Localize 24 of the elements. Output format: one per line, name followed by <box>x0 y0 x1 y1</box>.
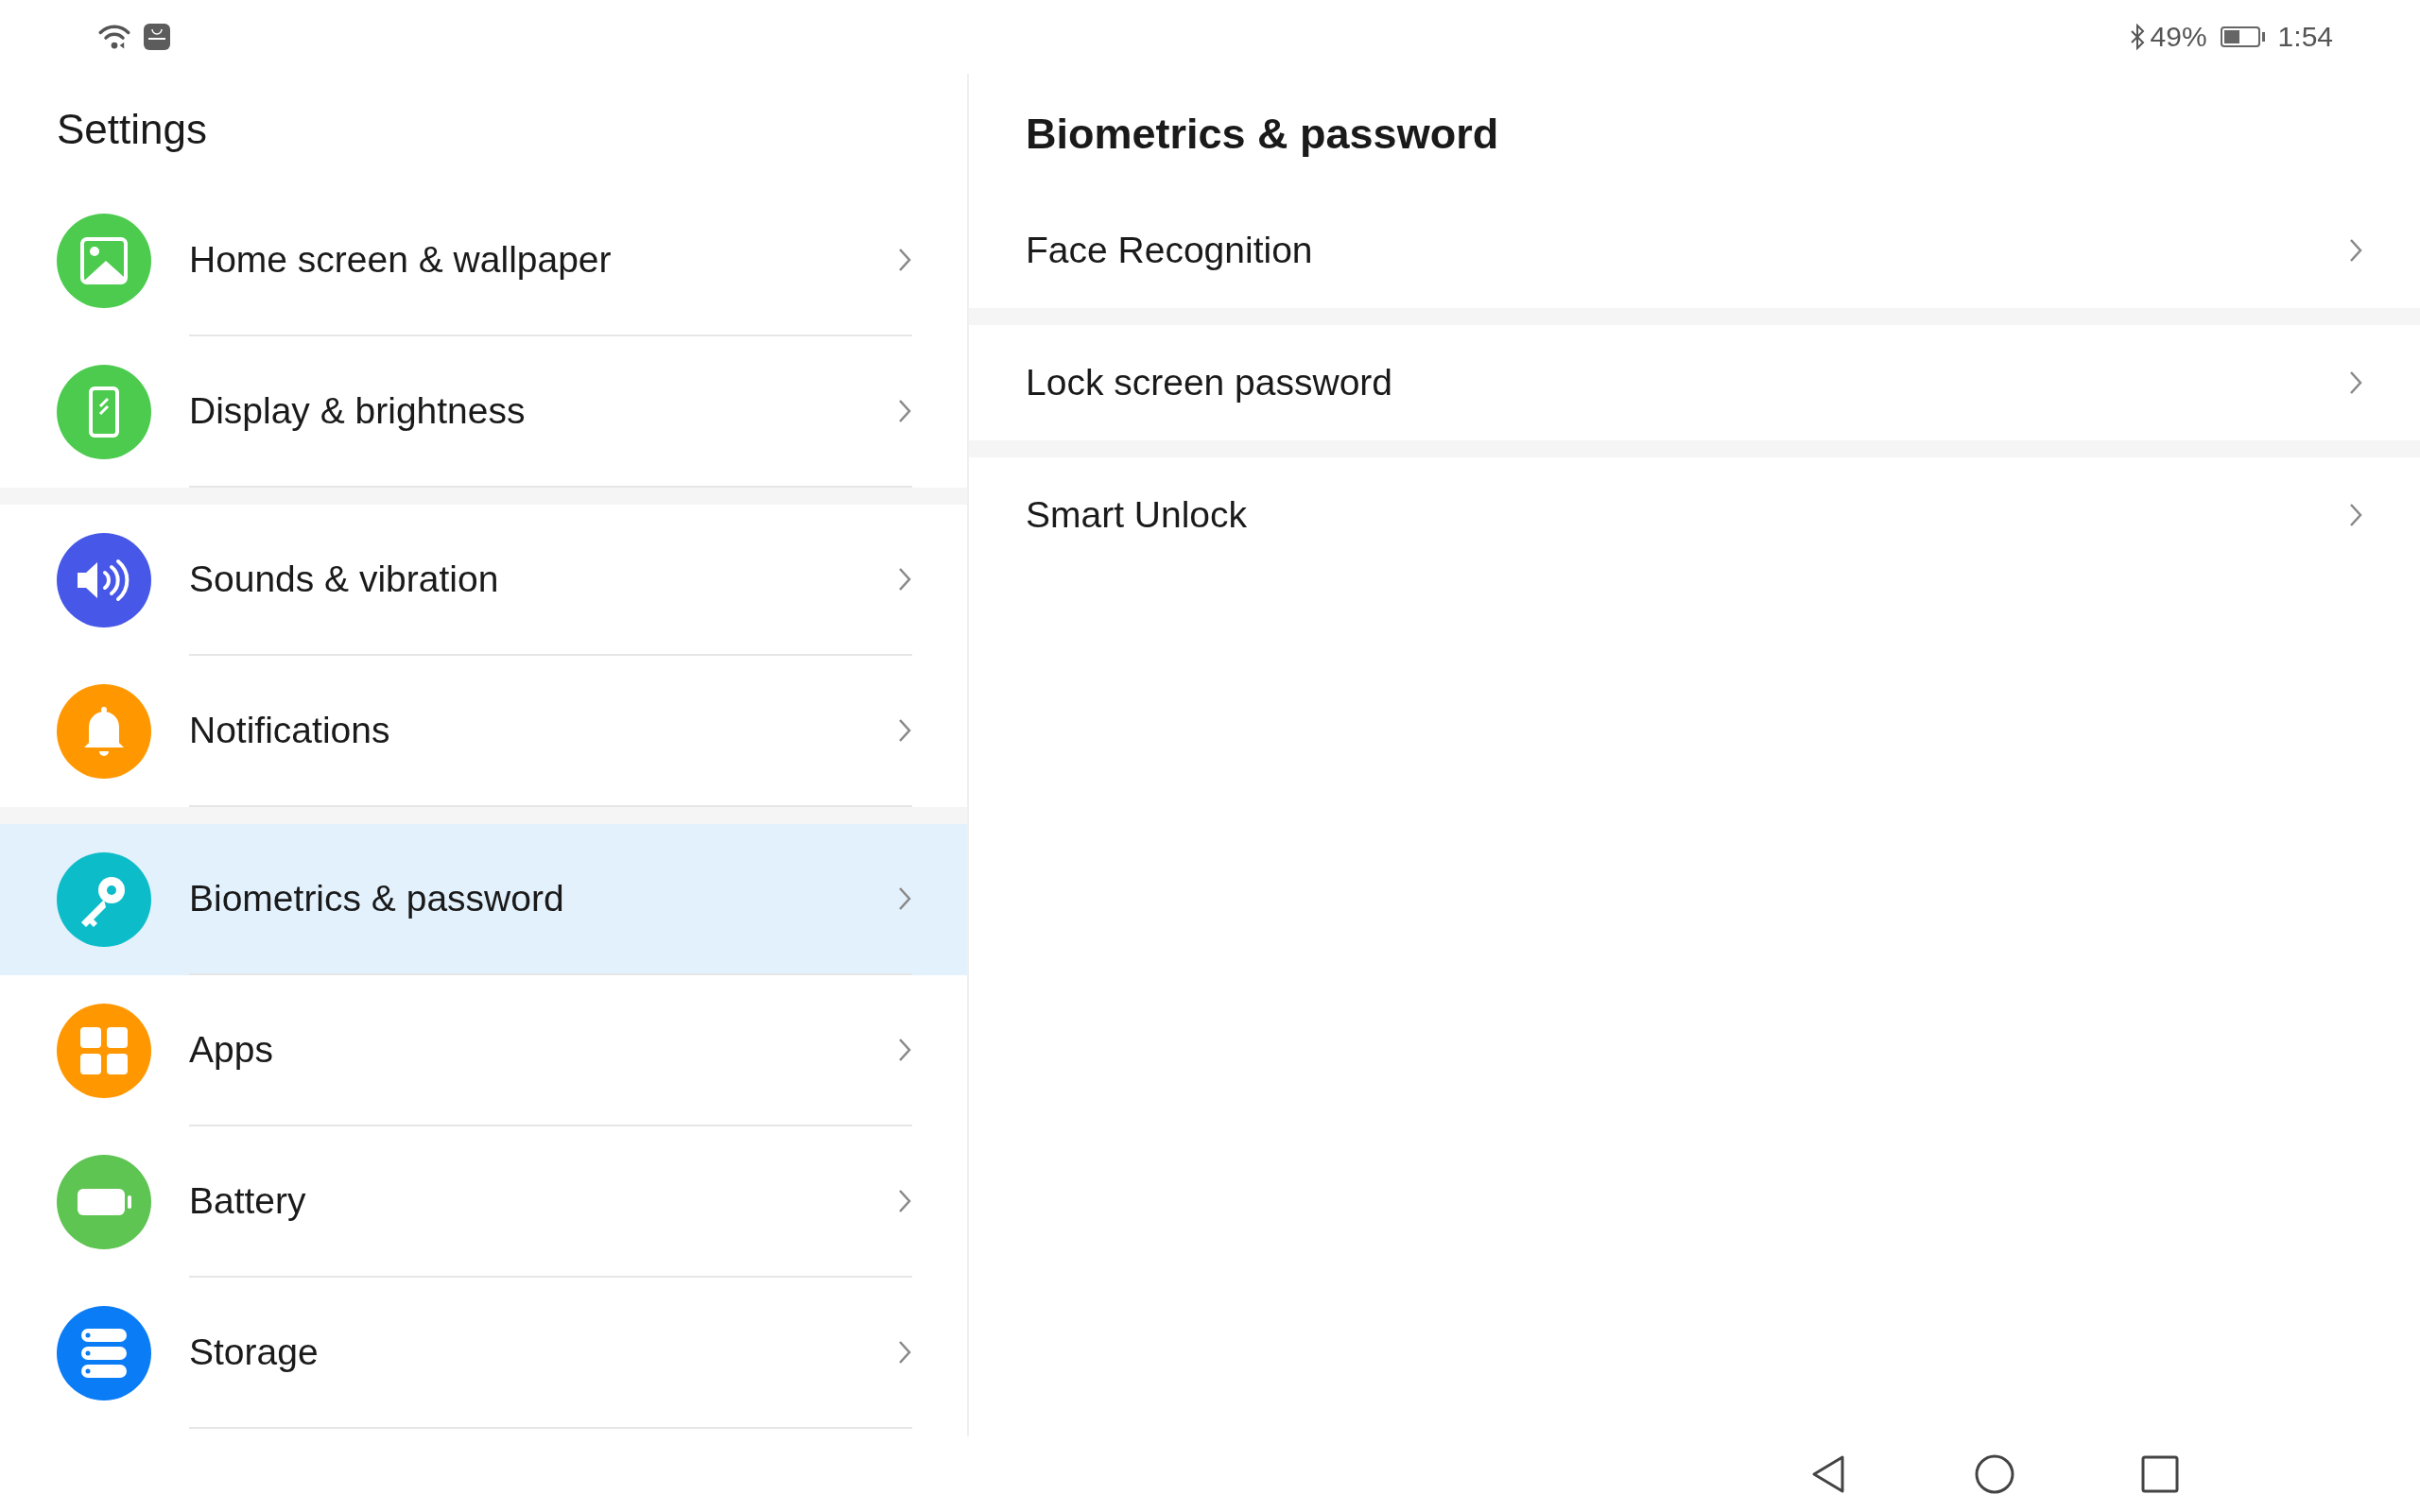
settings-item[interactable]: Biometrics & password <box>0 824 967 975</box>
chevron-right-icon <box>897 1188 912 1214</box>
chevron-right-icon <box>2348 369 2363 396</box>
recent-apps-icon[interactable] <box>2139 1453 2181 1495</box>
settings-option[interactable]: Smart Unlock <box>969 457 2420 573</box>
home-icon[interactable] <box>1974 1453 2015 1495</box>
page-title: Biometrics & password <box>1025 109 1500 160</box>
chevron-right-icon <box>2348 237 2363 264</box>
chevron-right-icon <box>897 566 912 593</box>
chevron-right-icon <box>897 885 912 912</box>
chevron-right-icon <box>897 247 912 273</box>
app-store-icon <box>144 24 170 50</box>
clock-time: 1:54 <box>2277 21 2333 53</box>
chevron-right-icon <box>897 1339 912 1366</box>
wifi-icon <box>98 23 130 51</box>
settings-option[interactable]: Lock screen password <box>969 325 2420 440</box>
chevron-right-icon <box>2348 502 2363 528</box>
battery-icon <box>2220 26 2265 47</box>
chevron-right-icon <box>897 1037 912 1063</box>
chevron-right-icon <box>897 717 912 744</box>
settings-title: Settings <box>56 105 208 154</box>
battery-percentage: 49% <box>2150 21 2207 53</box>
settings-option[interactable]: Face Recognition <box>969 193 2420 308</box>
chevron-right-icon <box>897 398 912 424</box>
